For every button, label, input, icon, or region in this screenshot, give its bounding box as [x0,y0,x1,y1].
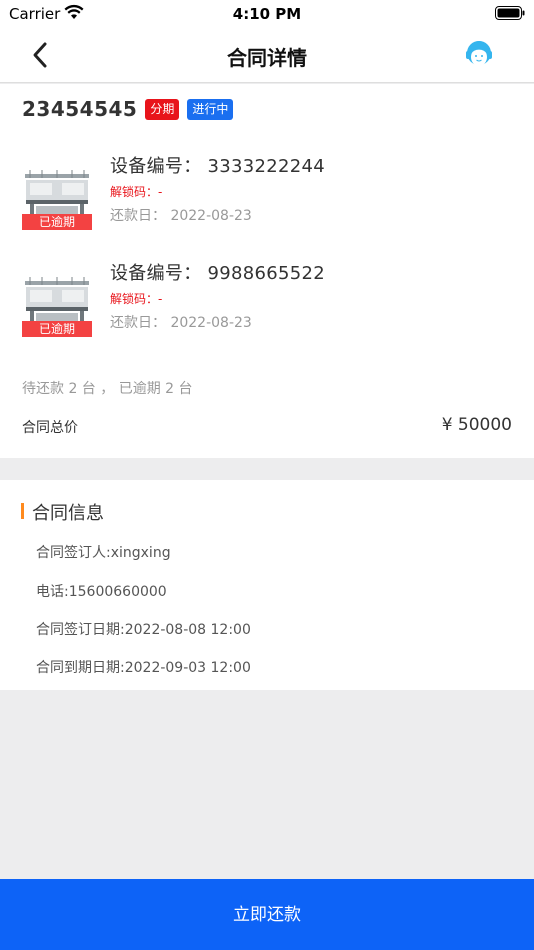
pay-now-button[interactable]: 立即还款 [0,879,534,950]
repayment-date: 还款日： 2022-08-23 [110,208,252,224]
section-title: 合同信息 [32,503,104,524]
device-item[interactable]: 已逾期 设备编号： 9988665522 解锁码：- 还款日： 2022-08-… [0,259,534,349]
section-accent-bar [21,503,24,519]
contract-card: 23454545 分期 进行中 已逾期 设备编号： 3333222244 解锁码… [0,84,534,458]
overdue-badge: 已逾期 [22,214,92,230]
knitting-machine-image [22,168,92,216]
unlock-code: 解锁码：- [110,185,163,199]
page-title: 合同详情 [227,46,307,70]
in-progress-tag: 进行中 [187,98,234,120]
overdue-badge: 已逾期 [22,321,92,337]
sign-date-field: 合同签订日期:2022-08-08 12:00 [36,622,251,638]
repayment-date: 还款日： 2022-08-23 [110,315,252,331]
contract-number: 23454545 [22,97,138,121]
battery-icon [495,6,525,20]
clock: 4:10 PM [232,5,302,23]
expire-date-field: 合同到期日期:2022-09-03 12:00 [36,660,251,676]
installment-tag: 分期 [145,98,180,120]
phone-field: 电话:15600660000 [36,584,167,600]
device-code: 设备编号： 9988665522 [110,263,326,284]
contract-header: 23454545 分期 进行中 [22,96,234,122]
signer-field: 合同签订人:xingxing [36,545,171,561]
device-item[interactable]: 已逾期 设备编号： 3333222244 解锁码：- 还款日： 2022-08-… [0,152,534,242]
nav-bar: 合同详情 [0,30,534,83]
total-price-label: 合同总价 [22,420,78,436]
customer-service-icon[interactable] [464,38,494,72]
device-code: 设备编号： 3333222244 [110,156,326,177]
total-price-value: ¥ 50000 [441,415,512,435]
device-thumbnail: 已逾期 [22,168,92,230]
unlock-code: 解锁码：- [110,292,163,306]
repayment-summary: 待还款 2 台 ， 已逾期 2 台 [22,381,193,397]
contract-info-card: 合同信息 合同签订人:xingxing 电话:15600660000 合同签订日… [0,480,534,690]
knitting-machine-image [22,275,92,323]
status-bar: Carrier 4:10 PM [0,0,534,30]
device-thumbnail: 已逾期 [22,275,92,337]
